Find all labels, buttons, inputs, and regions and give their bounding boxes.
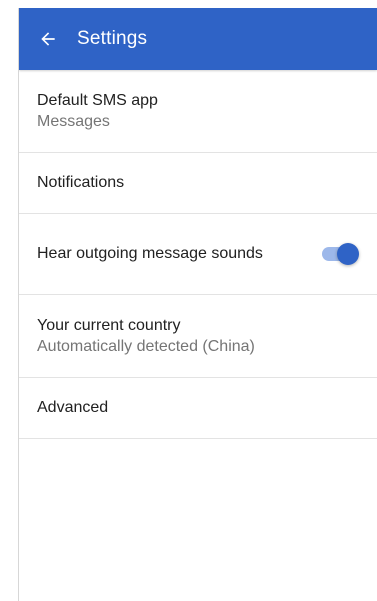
- current-country-label: Your current country: [37, 317, 181, 334]
- default-sms-app-label: Default SMS app: [37, 92, 158, 109]
- notifications-setting[interactable]: Notifications: [19, 153, 377, 214]
- current-country-value: Automatically detected (China): [37, 338, 255, 355]
- outgoing-sounds-switch[interactable]: [321, 243, 359, 265]
- settings-list: Default SMS app Messages Notifications H…: [19, 70, 377, 439]
- advanced-label: Advanced: [37, 399, 109, 416]
- app-bar: Settings: [19, 8, 377, 70]
- default-sms-app-value: Messages: [37, 113, 110, 130]
- outgoing-sounds-label: Hear outgoing message sounds: [37, 245, 263, 262]
- switch-thumb: [337, 243, 359, 265]
- notifications-label: Notifications: [37, 174, 125, 191]
- back-button[interactable]: [19, 8, 77, 70]
- advanced-setting[interactable]: Advanced: [19, 378, 377, 439]
- current-country-setting[interactable]: Your current country Automatically detec…: [19, 295, 377, 378]
- page-title: Settings: [77, 28, 148, 49]
- outgoing-sounds-setting[interactable]: Hear outgoing message sounds: [19, 214, 377, 295]
- default-sms-app-setting[interactable]: Default SMS app Messages: [19, 70, 377, 153]
- arrow-back-icon: [38, 29, 58, 49]
- settings-screen: Settings Default SMS app Messages Notifi…: [18, 8, 377, 601]
